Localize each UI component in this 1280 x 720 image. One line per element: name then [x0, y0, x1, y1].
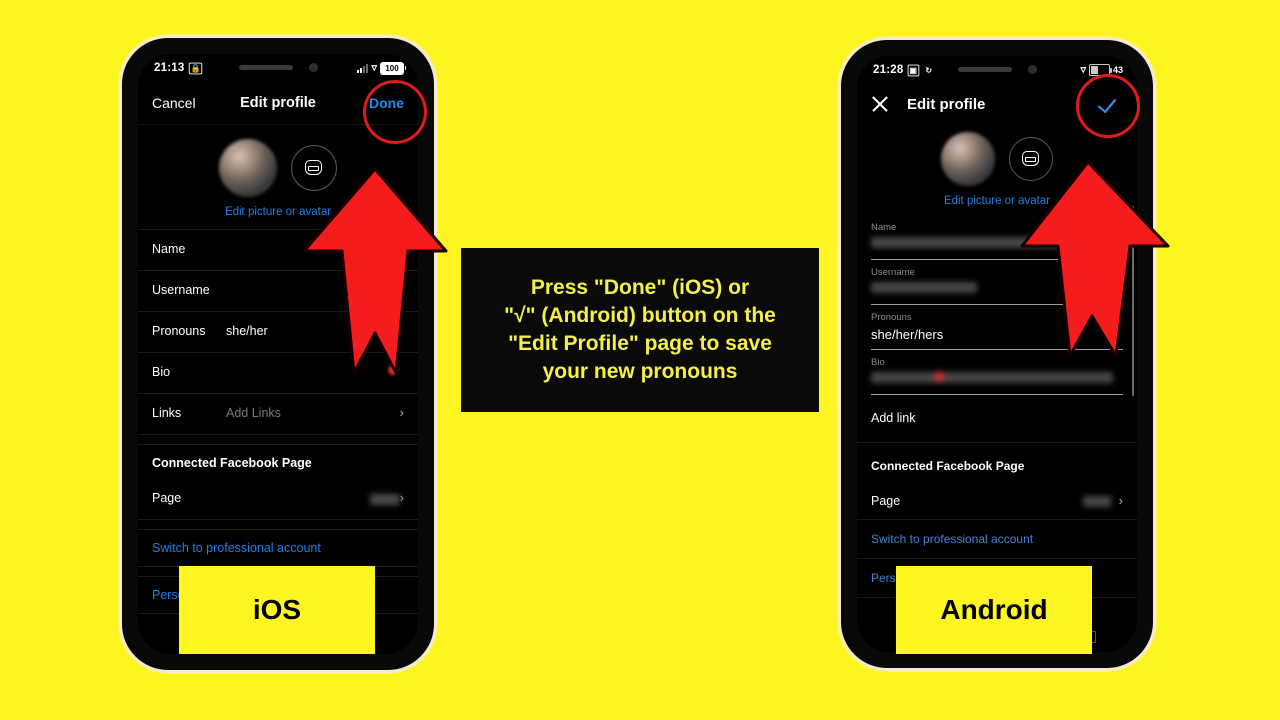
status-right-group: ▿ 43: [1080, 64, 1123, 76]
facebook-section-heading: Connected Facebook Page: [871, 459, 1025, 473]
facebook-section-heading: Connected Facebook Page: [152, 456, 312, 470]
screenshot-root: 21:13 🔒 ▿ 100 Cancel Edit profile Done E…: [0, 0, 1280, 720]
lock-icon: 🔒: [189, 62, 203, 74]
field-value-redacted: [871, 372, 1123, 395]
status-left-group: 21:28 ▣ ↻: [873, 64, 933, 77]
sync-icon: ↻: [925, 65, 933, 75]
instruction-caption-box: Press "Done" (iOS) or "√" (Android) butt…: [458, 245, 822, 415]
field-label: Username: [152, 283, 210, 297]
facebook-page-row[interactable]: Page ›: [857, 483, 1137, 520]
field-label: Page: [152, 491, 182, 505]
ios-status-bar: 21:13 🔒 ▿ 100: [138, 54, 418, 82]
facebook-page-row[interactable]: Page ›: [138, 479, 418, 520]
ios-clock: 21:13: [154, 62, 185, 74]
screen-record-icon: ▣: [908, 64, 920, 76]
battery-indicator: [1088, 64, 1112, 76]
switch-professional-link[interactable]: Switch to professional account: [138, 530, 418, 567]
android-nav-bar: Edit profile: [857, 84, 1137, 124]
cancel-button[interactable]: Cancel: [152, 95, 196, 111]
battery-indicator: 100: [380, 61, 406, 75]
page-title: Edit profile: [907, 95, 986, 113]
ios-nav-bar: Cancel Edit profile Done: [138, 82, 418, 125]
status-right-group: ▿ 100: [357, 61, 406, 75]
android-clock: 21:28: [873, 64, 904, 76]
add-link-button[interactable]: Add link: [857, 398, 1137, 438]
avatar[interactable]: [941, 132, 995, 186]
check-icon[interactable]: [1097, 91, 1123, 117]
field-label: Pronouns: [152, 324, 206, 338]
instruction-caption-text: Press "Done" (iOS) or "√" (Android) butt…: [504, 276, 776, 383]
section-divider: [857, 442, 1137, 443]
wifi-icon: ▿: [371, 61, 377, 74]
chevron-right-icon: ›: [1118, 493, 1123, 508]
platform-label-android: Android: [896, 566, 1092, 654]
field-label: Page: [871, 494, 901, 508]
status-left-group: 21:13 🔒: [154, 62, 204, 75]
done-button[interactable]: Done: [369, 95, 404, 111]
field-value-redacted: [226, 490, 400, 506]
field-label: Bio: [152, 365, 171, 379]
close-x-icon[interactable]: [871, 95, 889, 113]
battery-percent: 43: [1112, 65, 1123, 75]
avatar[interactable]: [219, 139, 277, 197]
section-divider: [138, 435, 418, 445]
switch-professional-link[interactable]: Switch to professional account: [857, 520, 1137, 559]
section-divider: [138, 520, 418, 530]
add-links-placeholder: Add Links: [226, 406, 281, 420]
wifi-icon: ▿: [1080, 63, 1086, 76]
chevron-right-icon: ›: [399, 405, 404, 420]
android-pointer-arrow: [1018, 158, 1173, 363]
emoji-dot-icon: [933, 372, 944, 382]
cellular-signal-icon: [357, 63, 369, 73]
chevron-right-icon: ›: [399, 490, 404, 505]
android-status-bar: 21:28 ▣ ↻ ▿ 43: [857, 56, 1137, 84]
field-value-redacted: ›: [1082, 493, 1123, 509]
field-label: Links: [152, 406, 182, 420]
field-label: Name: [152, 242, 186, 256]
field-row-links[interactable]: Links Add Links ›: [138, 394, 418, 435]
platform-label-ios: iOS: [179, 566, 375, 654]
ios-pointer-arrow: [300, 165, 450, 380]
